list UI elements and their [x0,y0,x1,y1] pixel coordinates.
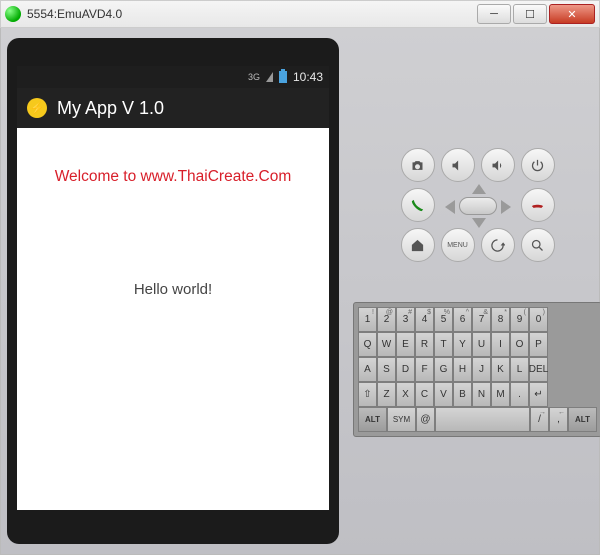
key-E[interactable]: E [396,332,415,357]
key-Z[interactable]: Z [377,382,396,407]
key-V[interactable]: V [434,382,453,407]
network-label: 3G [248,72,260,82]
key-C[interactable]: C [415,382,434,407]
key-N[interactable]: N [472,382,491,407]
dpad-right[interactable] [501,200,511,214]
dpad [441,188,515,222]
key-7[interactable]: 7& [472,307,491,332]
key-U[interactable]: U [472,332,491,357]
key-0[interactable]: 0) [529,307,548,332]
key-L[interactable]: L [510,357,529,382]
signal-icon [266,72,273,82]
android-status-bar: 3G 10:43 [17,66,329,88]
emulator-app-icon [5,6,21,22]
call-button[interactable] [401,188,435,222]
key-3[interactable]: 3# [396,307,415,332]
key-5[interactable]: 5% [434,307,453,332]
battery-icon [279,71,287,83]
key-I[interactable]: I [491,332,510,357]
side-panel: MENU 1!2@3#4$5%6^7&8*9(0) QWERTYUIOP ASD… [345,28,600,554]
clock-label: 10:43 [293,70,323,84]
key-A[interactable]: A [358,357,377,382]
key-Y[interactable]: Y [453,332,472,357]
hello-text: Hello world! [17,281,329,298]
dpad-center[interactable] [459,197,497,215]
key-2[interactable]: 2@ [377,307,396,332]
dpad-left[interactable] [445,200,455,214]
key-P[interactable]: P [529,332,548,357]
dpad-down[interactable] [472,218,486,228]
key-X[interactable]: X [396,382,415,407]
key-4[interactable]: 4$ [415,307,434,332]
app-content: Welcome to www.ThaiCreate.Com Hello worl… [17,128,329,510]
key-8[interactable]: 8* [491,307,510,332]
key-K[interactable]: K [491,357,510,382]
hardware-controls: MENU [401,148,555,262]
camera-button[interactable] [401,148,435,182]
welcome-text: Welcome to www.ThaiCreate.Com [17,168,329,186]
key-W[interactable]: W [377,332,396,357]
window-title: 5554:EmuAVD4.0 [27,7,475,21]
key-enter[interactable]: ↵ [529,382,548,407]
hardware-keyboard: 1!2@3#4$5%6^7&8*9(0) QWERTYUIOP ASDFGHJK… [353,302,600,437]
key-F[interactable]: F [415,357,434,382]
key-comma[interactable]: ,← [549,407,568,432]
key-6[interactable]: 6^ [453,307,472,332]
back-button[interactable] [481,228,515,262]
dpad-up[interactable] [472,184,486,194]
device-screen: 3G 10:43 ⚡ My App V 1.0 Welcome to www.T… [17,66,329,510]
key-Q[interactable]: Q [358,332,377,357]
key-S[interactable]: S [377,357,396,382]
key-1[interactable]: 1! [358,307,377,332]
key-D[interactable]: D [396,357,415,382]
app-bar: ⚡ My App V 1.0 [17,88,329,128]
key-alt-right[interactable]: ALT [568,407,597,432]
key-slash[interactable]: /→ [530,407,549,432]
power-button[interactable] [521,148,555,182]
key-J[interactable]: J [472,357,491,382]
key-space[interactable] [435,407,530,432]
key-period[interactable]: . [510,382,529,407]
close-button[interactable]: ✕ [549,4,595,24]
key-9[interactable]: 9( [510,307,529,332]
volume-up-button[interactable] [481,148,515,182]
device-frame: 3G 10:43 ⚡ My App V 1.0 Welcome to www.T… [7,38,339,544]
key-sym[interactable]: SYM [387,407,416,432]
app-icon: ⚡ [27,98,47,118]
key-R[interactable]: R [415,332,434,357]
key-B[interactable]: B [453,382,472,407]
search-button[interactable] [521,228,555,262]
key-M[interactable]: M [491,382,510,407]
window-titlebar: 5554:EmuAVD4.0 ─ ☐ ✕ [0,0,600,28]
maximize-button[interactable]: ☐ [513,4,547,24]
emulator-workspace: 3G 10:43 ⚡ My App V 1.0 Welcome to www.T… [0,28,600,555]
volume-down-button[interactable] [441,148,475,182]
phone-panel: 3G 10:43 ⚡ My App V 1.0 Welcome to www.T… [1,28,345,554]
key-H[interactable]: H [453,357,472,382]
app-title: My App V 1.0 [57,98,164,119]
minimize-button[interactable]: ─ [477,4,511,24]
key-alt-left[interactable]: ALT [358,407,387,432]
key-G[interactable]: G [434,357,453,382]
key-T[interactable]: T [434,332,453,357]
menu-button[interactable]: MENU [441,228,475,262]
home-button[interactable] [401,228,435,262]
key-del[interactable]: DEL [529,357,548,382]
key-at[interactable]: @ [416,407,435,432]
end-call-button[interactable] [521,188,555,222]
window-controls: ─ ☐ ✕ [475,4,595,24]
key-shift[interactable]: ⇧ [358,382,377,407]
key-O[interactable]: O [510,332,529,357]
